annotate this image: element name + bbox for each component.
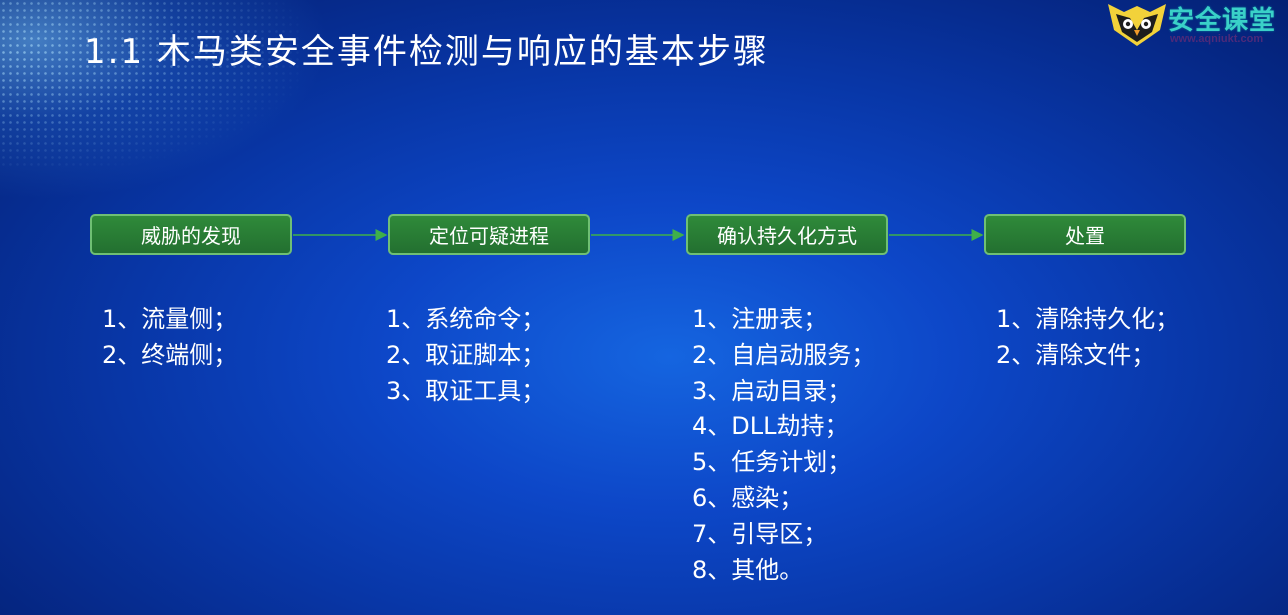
step-threat-discovery: 威胁的发现 — [90, 214, 292, 255]
step-locate-process: 定位可疑进程 — [388, 214, 590, 255]
list-threat-discovery: 1、流量侧； 2、终端侧； — [102, 302, 237, 374]
list-item: 2、终端侧； — [102, 340, 238, 369]
list-item: 6、感染； — [692, 483, 804, 512]
list-locate-process: 1、系统命令； 2、取证脚本； 3、取证工具； — [386, 302, 545, 409]
list-item: 8、其他。 — [692, 555, 804, 584]
logo: 安全课堂 www.aqniukt.com — [1106, 0, 1288, 48]
list-item: 7、引导区； — [692, 519, 828, 548]
list-item: 1、清除持久化； — [996, 305, 1180, 333]
logo-text: 安全课堂 — [1168, 6, 1277, 36]
list-item: 4、DLL劫持； — [692, 412, 849, 441]
logo-url: www.aqniukt.com — [1170, 33, 1264, 45]
step-confirm-persistence: 确认持久化方式 — [686, 214, 888, 255]
list-item: 3、取证工具； — [386, 376, 546, 405]
owl-logo-icon — [1108, 4, 1166, 46]
list-item: 5、任务计划； — [692, 448, 852, 477]
list-item: 2、清除文件； — [996, 340, 1156, 369]
list-item: 1、注册表； — [692, 305, 828, 333]
list-item: 1、流量侧； — [102, 305, 238, 333]
list-confirm-persistence: 1、注册表； 2、自启动服务； 3、启动目录； 4、DLL劫持； 5、任务计划；… — [692, 302, 875, 588]
list-item: 1、系统命令； — [386, 305, 546, 333]
list-item: 2、取证脚本； — [386, 340, 546, 369]
list-item: 2、自启动服务； — [692, 340, 876, 369]
slide-title: 1.1 木马类安全事件检测与响应的基本步骤 — [84, 32, 769, 72]
list-item: 3、启动目录； — [692, 376, 852, 405]
list-disposal: 1、清除持久化； 2、清除文件； — [996, 302, 1179, 374]
step-disposal: 处置 — [984, 214, 1186, 255]
